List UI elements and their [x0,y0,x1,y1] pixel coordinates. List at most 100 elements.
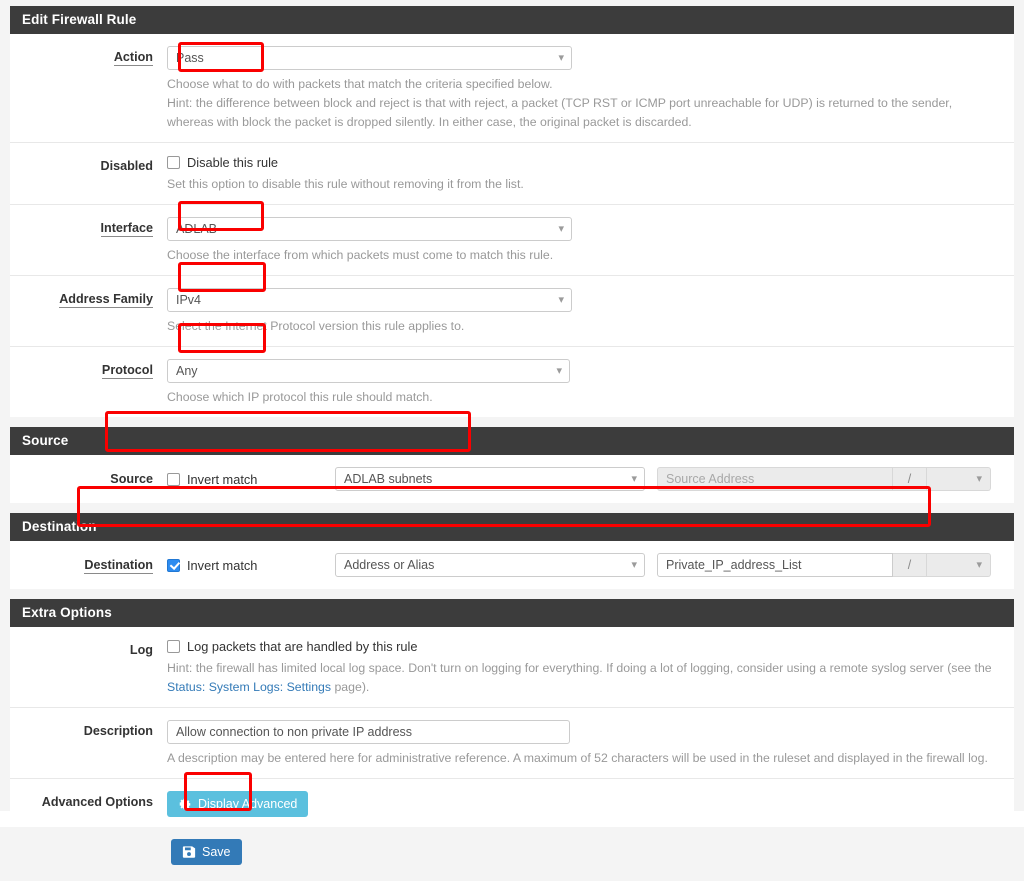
description-input[interactable]: Allow connection to non private IP addre… [167,720,570,745]
source-heading: Source [10,427,1014,456]
edit-firewall-rule-panel: Edit Firewall Rule Action Pass ▾ Choose … [10,6,1014,418]
protocol-control-wrap: Any ▾ Choose which IP protocol this rule… [167,359,1014,407]
source-address-wrap: Source Address [657,467,893,492]
log-control-wrap: Log packets that are handled by this rul… [167,639,1014,697]
address-family-label: Address Family [10,288,167,309]
edit-firewall-rule-body: Action Pass ▾ Choose what to do with pac… [10,34,1014,418]
chevron-down-icon: ▾ [558,294,564,307]
disable-rule-checkbox-line[interactable]: Disable this rule [167,155,1000,170]
system-logs-settings-link[interactable]: Status: System Logs: Settings [167,680,331,694]
address-family-label-text: Address Family [59,292,153,309]
chevron-down-icon: ▾ [631,559,637,572]
source-invert-checkbox[interactable] [167,472,180,486]
row-interface: Interface ADLAB ▾ Choose the interface f… [10,205,1014,277]
source-slash-separator: / [893,467,927,492]
extra-options-heading: Extra Options [10,599,1014,628]
chevron-down-icon: ▾ [558,223,564,236]
chevron-down-icon: ▾ [631,473,637,486]
action-select-value: Pass [176,51,204,65]
edit-firewall-rule-heading: Edit Firewall Rule [10,6,1014,34]
description-control-wrap: Allow connection to non private IP addre… [167,720,1014,768]
disabled-label: Disabled [10,155,167,174]
source-type-wrap: ADLAB subnets ▾ [335,467,645,492]
destination-invert-wrap: Invert match [167,558,335,573]
interface-control-wrap: ADLAB ▾ Choose the interface from which … [167,217,1014,265]
advanced-options-label-text: Advanced Options [41,795,153,810]
destination-panel: Destination Destination Invert match Add… [10,513,1014,590]
save-button-label: Save [202,845,231,860]
save-icon [182,845,196,859]
save-button[interactable]: Save [171,839,242,866]
interface-select-value: ADLAB [176,222,217,237]
chevron-down-icon: ▾ [558,52,564,64]
description-hint: A description may be entered here for ad… [167,751,988,766]
source-address-input[interactable]: Source Address [657,467,893,492]
chevron-down-icon: ▾ [976,559,982,572]
row-protocol: Protocol Any ▾ Choose which IP protocol … [10,347,1014,417]
firewall-rule-edit-page: Edit Firewall Rule Action Pass ▾ Choose … [0,0,1024,881]
source-invert-label: Invert match [187,471,258,487]
protocol-select[interactable]: Any ▾ [167,359,570,384]
protocol-select-value: Any [176,364,198,379]
display-advanced-button[interactable]: Display Advanced [167,791,309,818]
extra-options-body: Log Log packets that are handled by this… [10,627,1014,828]
destination-type-wrap: Address or Alias ▾ [335,553,645,578]
row-disabled: Disabled Disable this rule Set this opti… [10,143,1014,206]
row-destination: Destination Invert match Address or Alia… [10,541,1014,589]
action-label-text: Action [113,50,153,66]
destination-label: Destination [10,558,167,575]
interface-label: Interface [10,217,167,238]
disable-rule-checkbox-label: Disable this rule [187,155,279,171]
spacer-after-source [0,503,1024,514]
protocol-hint: Choose which IP protocol this rule shoul… [167,390,433,405]
destination-label-text: Destination [84,558,153,575]
log-checkbox-line[interactable]: Log packets that are handled by this rul… [167,639,1000,654]
gear-icon [178,797,192,811]
advanced-options-label: Advanced Options [10,791,167,810]
address-family-control-wrap: IPv4 ▾ Select the Internet Protocol vers… [167,288,1014,336]
address-family-select-value: IPv4 [176,293,202,308]
source-type-select-value: ADLAB subnets [344,472,433,487]
row-advanced-options: Advanced Options Display Advanced [10,779,1014,827]
destination-heading: Destination [10,513,1014,542]
spacer-after-rule [0,417,1024,428]
advanced-options-control-wrap: Display Advanced [167,791,1014,818]
source-invert-wrap: Invert match [167,472,335,487]
destination-type-select[interactable]: Address or Alias ▾ [335,553,645,578]
destination-type-select-value: Address or Alias [344,558,435,573]
log-checkbox[interactable] [167,640,180,654]
source-panel: Source Source Invert match ADLAB subnets… [10,427,1014,504]
disabled-label-text: Disabled [100,159,154,174]
disable-rule-checkbox[interactable] [167,156,180,170]
row-log: Log Log packets that are handled by this… [10,627,1014,709]
display-advanced-button-label: Display Advanced [198,797,298,812]
destination-address-input[interactable]: Private_IP_address_List [657,553,893,578]
source-type-select[interactable]: ADLAB subnets ▾ [335,467,645,492]
log-hint-before: Hint: the firewall has limited local log… [167,661,992,676]
log-hint: Hint: the firewall has limited local log… [167,659,1000,697]
interface-label-text: Interface [100,221,153,238]
interface-select[interactable]: ADLAB ▾ [167,217,572,242]
spacer-after-destination [0,589,1024,600]
row-description: Description Allow connection to non priv… [10,708,1014,780]
address-family-select[interactable]: IPv4 ▾ [167,288,572,313]
log-hint-after: page). [331,680,370,695]
source-label-text: Source [110,472,153,489]
source-label: Source [10,472,167,489]
destination-mask-select[interactable]: ▾ [927,553,991,578]
destination-invert-checkbox[interactable] [167,558,180,572]
action-control-wrap: Pass ▾ Choose what to do with packets th… [167,46,1014,132]
action-hint-line3: whereas with block the packet is dropped… [167,115,692,130]
interface-hint: Choose the interface from which packets … [167,248,554,263]
protocol-label-text: Protocol [101,363,153,380]
chevron-down-icon: ▾ [976,473,982,486]
destination-invert-checkbox-line[interactable]: Invert match [167,558,335,573]
log-label: Log [10,639,167,658]
source-mask-select[interactable]: ▾ [927,467,991,492]
action-hint-line2: Hint: the difference between block and r… [167,96,953,111]
save-bar: Save [0,827,1024,881]
action-select[interactable]: Pass ▾ [167,46,572,70]
action-hint: Choose what to do with packets that matc… [167,75,1000,132]
disabled-control-wrap: Disable this rule Set this option to dis… [167,155,1014,194]
source-invert-checkbox-line[interactable]: Invert match [167,472,335,487]
